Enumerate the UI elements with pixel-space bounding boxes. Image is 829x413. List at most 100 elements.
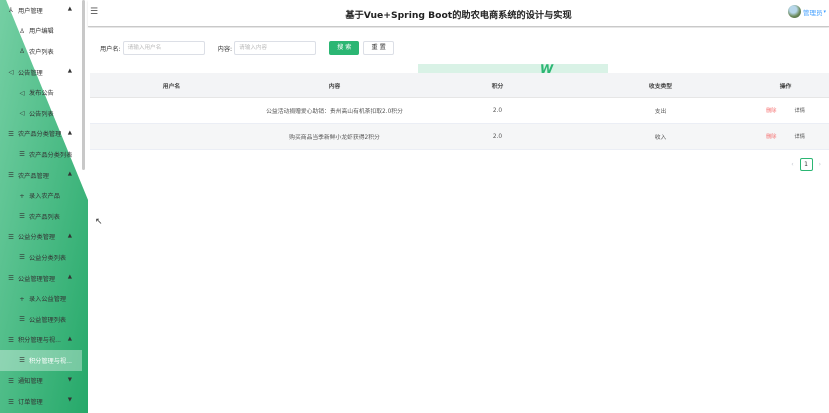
mouse-cursor-icon: ↖ — [95, 217, 103, 227]
sidebar-group-18[interactable]: ☰ 通知管理 ▼ — [0, 371, 82, 392]
list-icon: ☰ — [8, 232, 14, 241]
search-bar: 用户名: 请输入用户名 内容: 请输入内容 搜 索 重 置 — [100, 41, 394, 55]
list-icon: ☰ — [8, 171, 14, 180]
list-icon: ☰ — [8, 129, 14, 138]
chevron-down-icon: ▼ — [67, 397, 72, 404]
avatar — [787, 5, 801, 18]
sidebar-item-9[interactable]: + 录入农产品 — [0, 185, 82, 206]
sidebar-group-16[interactable]: ☰ 积分管理与视... ▲ — [0, 330, 82, 351]
sidebar-item-label: 用户编辑 — [29, 28, 54, 36]
sidebar-item-label: 积分管理与视... — [29, 357, 73, 365]
content-label: 内容: — [217, 45, 233, 53]
sidebar-item-label: 公告列表 — [29, 110, 54, 118]
sidebar-group-19[interactable]: ☰ 订单管理 ▼ — [0, 391, 82, 412]
sidebar-group-13[interactable]: ☰ 公益管理管理 ▲ — [0, 268, 82, 289]
list-icon: ☰ — [19, 150, 25, 159]
chevron-up-icon: ▲ — [67, 232, 72, 239]
column-header: 内容 — [328, 83, 341, 90]
sidebar-item-5[interactable]: ◁ 公告列表 — [0, 103, 82, 124]
sidebar-group-3[interactable]: ◁ 公告管理 ▲ — [0, 62, 82, 83]
sidebar-scrollbar[interactable] — [82, 0, 85, 170]
username-label: 用户名: — [100, 45, 121, 53]
next-page-button[interactable]: › — [819, 161, 821, 168]
list-icon: ☰ — [19, 212, 25, 221]
detail-button[interactable]: 详情 — [795, 133, 805, 140]
sidebar-item-10[interactable]: ☰ 农产品列表 — [0, 206, 82, 227]
sidebar-item-label: 公告管理 — [18, 69, 43, 77]
list-icon: ☰ — [8, 274, 14, 283]
app-root: ⅄ 用户管理 ▲ ♙ 用户编辑 ♙ 农户列表 ◁ 公告管理 ▲ ◁ 发布公告 ◁ 公告列表 ☰ 农产品分类管理… — [0, 0, 829, 413]
chevron-up-icon: ▲ — [67, 273, 72, 280]
cell-actions: 删除 详情 — [742, 133, 829, 140]
sidebar-group-6[interactable]: ☰ 农产品分类管理 ▲ — [0, 124, 82, 145]
plus-icon: + — [19, 191, 25, 200]
chevron-up-icon: ▲ — [67, 335, 72, 342]
user-label: 管理员 — [802, 8, 823, 17]
content-input[interactable]: 请输入内容 — [234, 41, 317, 55]
list-icon: ☰ — [8, 335, 14, 344]
points-table: 用户名 内容 积分 收支类型 操作 公益活动捐赠爱心助销：贵州高山有机茶扣取2.… — [90, 73, 829, 150]
chevron-up-icon: ▲ — [67, 170, 72, 177]
chevron-down-icon: ▼ — [67, 376, 72, 383]
user-icon: ♙ — [19, 26, 25, 35]
sidebar-item-label: 农产品列表 — [29, 213, 60, 221]
sidebar-item-15[interactable]: ☰ 公益管理列表 — [0, 309, 82, 330]
sidebar-item-12[interactable]: ☰ 公益分类列表 — [0, 247, 82, 268]
sidebar-item-label: 用户管理 — [18, 7, 43, 15]
sidebar-item-label: 通知管理 — [18, 378, 43, 386]
column-header: 积分 — [491, 83, 504, 90]
chevron-up-icon: ▲ — [67, 129, 72, 136]
prev-page-button[interactable]: ‹ — [791, 161, 793, 168]
sidebar-group-11[interactable]: ☰ 公益分类管理 ▲ — [0, 227, 82, 248]
column-header: 收支类型 — [648, 83, 673, 90]
chevron-up-icon: ▲ — [67, 6, 72, 12]
sidebar-item-1[interactable]: ♙ 用户编辑 — [0, 21, 82, 42]
cell-type: 收入 — [654, 135, 667, 141]
sidebar-item-2[interactable]: ♙ 农户列表 — [0, 41, 82, 62]
top-header: ☰ 基于Vue+Spring Boot的助农电商系统的设计与实现 管理员 ▾ — [88, 0, 829, 27]
sidebar-item-17[interactable]: ☰ 积分管理与视... — [0, 350, 82, 371]
user-icon: ♙ — [19, 47, 25, 56]
chevron-up-icon: ▲ — [67, 67, 72, 74]
sidebar-item-label: 积分管理与视... — [18, 337, 62, 345]
sidebar-item-label: 录入公益管理 — [29, 296, 67, 304]
page-title: 基于Vue+Spring Boot的助农电商系统的设计与实现 — [345, 10, 572, 21]
sidebar-group-0[interactable]: ⅄ 用户管理 ▲ — [0, 0, 82, 21]
cell-actions: 删除 详情 — [742, 107, 829, 114]
plus-icon: + — [19, 294, 25, 303]
sidebar-item-label: 农产品管理 — [18, 172, 49, 180]
detail-button[interactable]: 详情 — [795, 107, 805, 114]
sidebar-item-label: 录入农产品 — [29, 193, 60, 201]
reset-button[interactable]: 重 置 — [363, 41, 394, 55]
list-icon: ☰ — [19, 253, 25, 262]
sidebar-item-label: 公益管理管理 — [18, 275, 56, 283]
user-menu[interactable]: 管理员 ▾ — [787, 5, 826, 18]
username-input[interactable]: 请输入用户名 — [122, 41, 205, 55]
sidebar-item-label: 农户列表 — [29, 48, 54, 56]
sidebar-item-14[interactable]: + 录入公益管理 — [0, 288, 82, 309]
cell-points: 2.0 — [492, 133, 503, 140]
main-content: W 用户名: 请输入用户名 内容: 请输入内容 搜 索 重 置 用户名 内容 积… — [88, 28, 829, 413]
sidebar-item-7[interactable]: ☰ 农产品分类列表 — [0, 144, 82, 165]
page-number-current[interactable]: 1 — [799, 158, 813, 171]
delete-button[interactable]: 删除 — [766, 107, 776, 114]
sidebar-item-label: 发布公告 — [29, 90, 54, 98]
list-icon: ☰ — [19, 315, 25, 324]
table-row: 公益活动捐赠爱心助销：贵州高山有机茶扣取2.0积分 2.0 支出 删除 详情 — [90, 98, 829, 124]
table-row: 购买商品当季新鲜小龙虾获得2积分 2.0 收入 删除 详情 — [90, 124, 829, 150]
sidebar-item-4[interactable]: ◁ 发布公告 — [0, 82, 82, 103]
pagination: ‹ 1 › — [791, 158, 821, 171]
sidebar-item-label: 农产品分类列表 — [29, 151, 73, 159]
sidebar-group-8[interactable]: ☰ 农产品管理 ▲ — [0, 165, 82, 186]
list-icon: ☰ — [19, 356, 25, 365]
speaker-icon: ◁ — [19, 109, 25, 118]
cell-type: 支出 — [654, 109, 667, 115]
list-icon: ☰ — [8, 397, 14, 406]
table-header: 用户名 内容 积分 收支类型 操作 — [90, 73, 829, 98]
search-button[interactable]: 搜 索 — [329, 41, 360, 55]
list-icon: ☰ — [8, 376, 14, 385]
chevron-down-icon: ▾ — [823, 8, 826, 15]
delete-button[interactable]: 删除 — [766, 133, 776, 140]
column-header: 操作 — [779, 83, 792, 90]
sidebar-item-label: 订单管理 — [18, 399, 43, 407]
